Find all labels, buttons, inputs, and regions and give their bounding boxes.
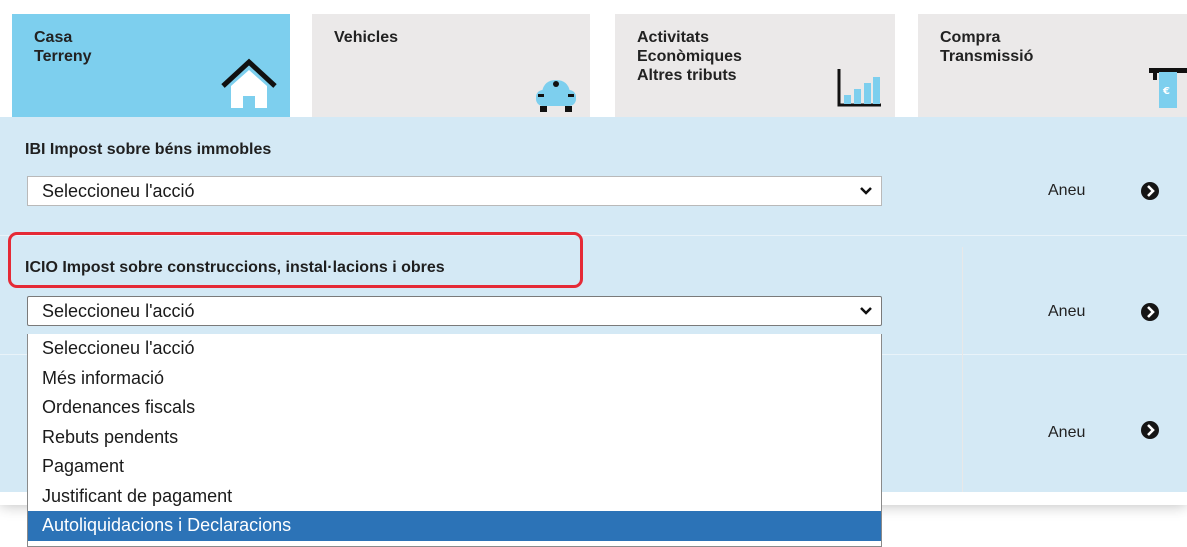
aneu-label[interactable]: Aneu <box>1048 303 1085 321</box>
aneu-label[interactable]: Aneu <box>1048 182 1085 200</box>
ghost-divider <box>962 247 963 492</box>
tab-label-line: Transmissió <box>940 48 1034 65</box>
tab-label-line: Altres tributs <box>637 67 737 84</box>
tab-label-line: Terreny <box>34 48 92 65</box>
tab-label: Vehicles <box>334 28 398 47</box>
dropdown-option[interactable]: Seleccioneu l'acció <box>28 334 881 364</box>
atm-icon: € <box>1149 68 1187 108</box>
dropdown-option[interactable]: Ordenances fiscals <box>28 393 881 423</box>
go-arrow-icon[interactable] <box>1141 182 1159 200</box>
tab-activitats[interactable]: Activitats Econòmiques Altres tributs <box>615 14 895 117</box>
dropdown-option[interactable]: Rebuts pendents <box>28 423 881 453</box>
aneu-label[interactable]: Aneu <box>1048 424 1085 442</box>
car-icon <box>536 80 576 112</box>
tab-label-line: Compra <box>940 29 1001 46</box>
tab-label-line: Econòmiques <box>637 48 742 65</box>
dropdown-option[interactable]: Més informació <box>28 364 881 394</box>
dropdown-option[interactable]: Pagament <box>28 452 881 482</box>
tab-casa-terreny[interactable]: Casa Terreny <box>12 14 290 117</box>
action-select-ibi[interactable]: Seleccioneu l'acció <box>27 176 882 206</box>
tab-label-line: Vehicles <box>334 29 399 46</box>
house-icon <box>221 58 277 108</box>
tab-label: Casa Terreny <box>34 28 92 66</box>
tab-label: Compra Transmissió <box>940 28 1033 66</box>
tab-label-line: Activitats <box>637 29 710 46</box>
dropdown-option-selected[interactable]: Autoliquidacions i Declaracions <box>28 511 881 541</box>
tab-compra-transmissio[interactable]: Compra Transmissió € <box>918 14 1187 117</box>
section-title-ibi: IBI Impost sobre béns immobles <box>25 141 272 158</box>
go-arrow-icon[interactable] <box>1141 421 1159 439</box>
dropdown-option[interactable]: Justificant de pagament <box>28 482 881 512</box>
section-title-icio: ICIO Impost sobre construccions, instal·… <box>25 259 445 276</box>
tab-label-line: Casa <box>34 29 73 46</box>
action-select-icio[interactable]: Seleccioneu l'acció <box>27 296 882 326</box>
svg-text:€: € <box>1162 86 1170 97</box>
action-dropdown-list[interactable]: Seleccioneu l'acció Més informació Orden… <box>27 334 882 547</box>
chevron-down-icon <box>860 307 872 315</box>
go-arrow-icon[interactable] <box>1141 303 1159 321</box>
tab-label: Activitats Econòmiques Altres tributs <box>637 28 742 85</box>
tab-vehicles[interactable]: Vehicles <box>312 14 590 117</box>
select-value: Seleccioneu l'acció <box>42 181 195 201</box>
bar-chart-icon <box>837 69 881 107</box>
select-value: Seleccioneu l'acció <box>42 301 195 321</box>
chevron-down-icon <box>860 187 872 195</box>
